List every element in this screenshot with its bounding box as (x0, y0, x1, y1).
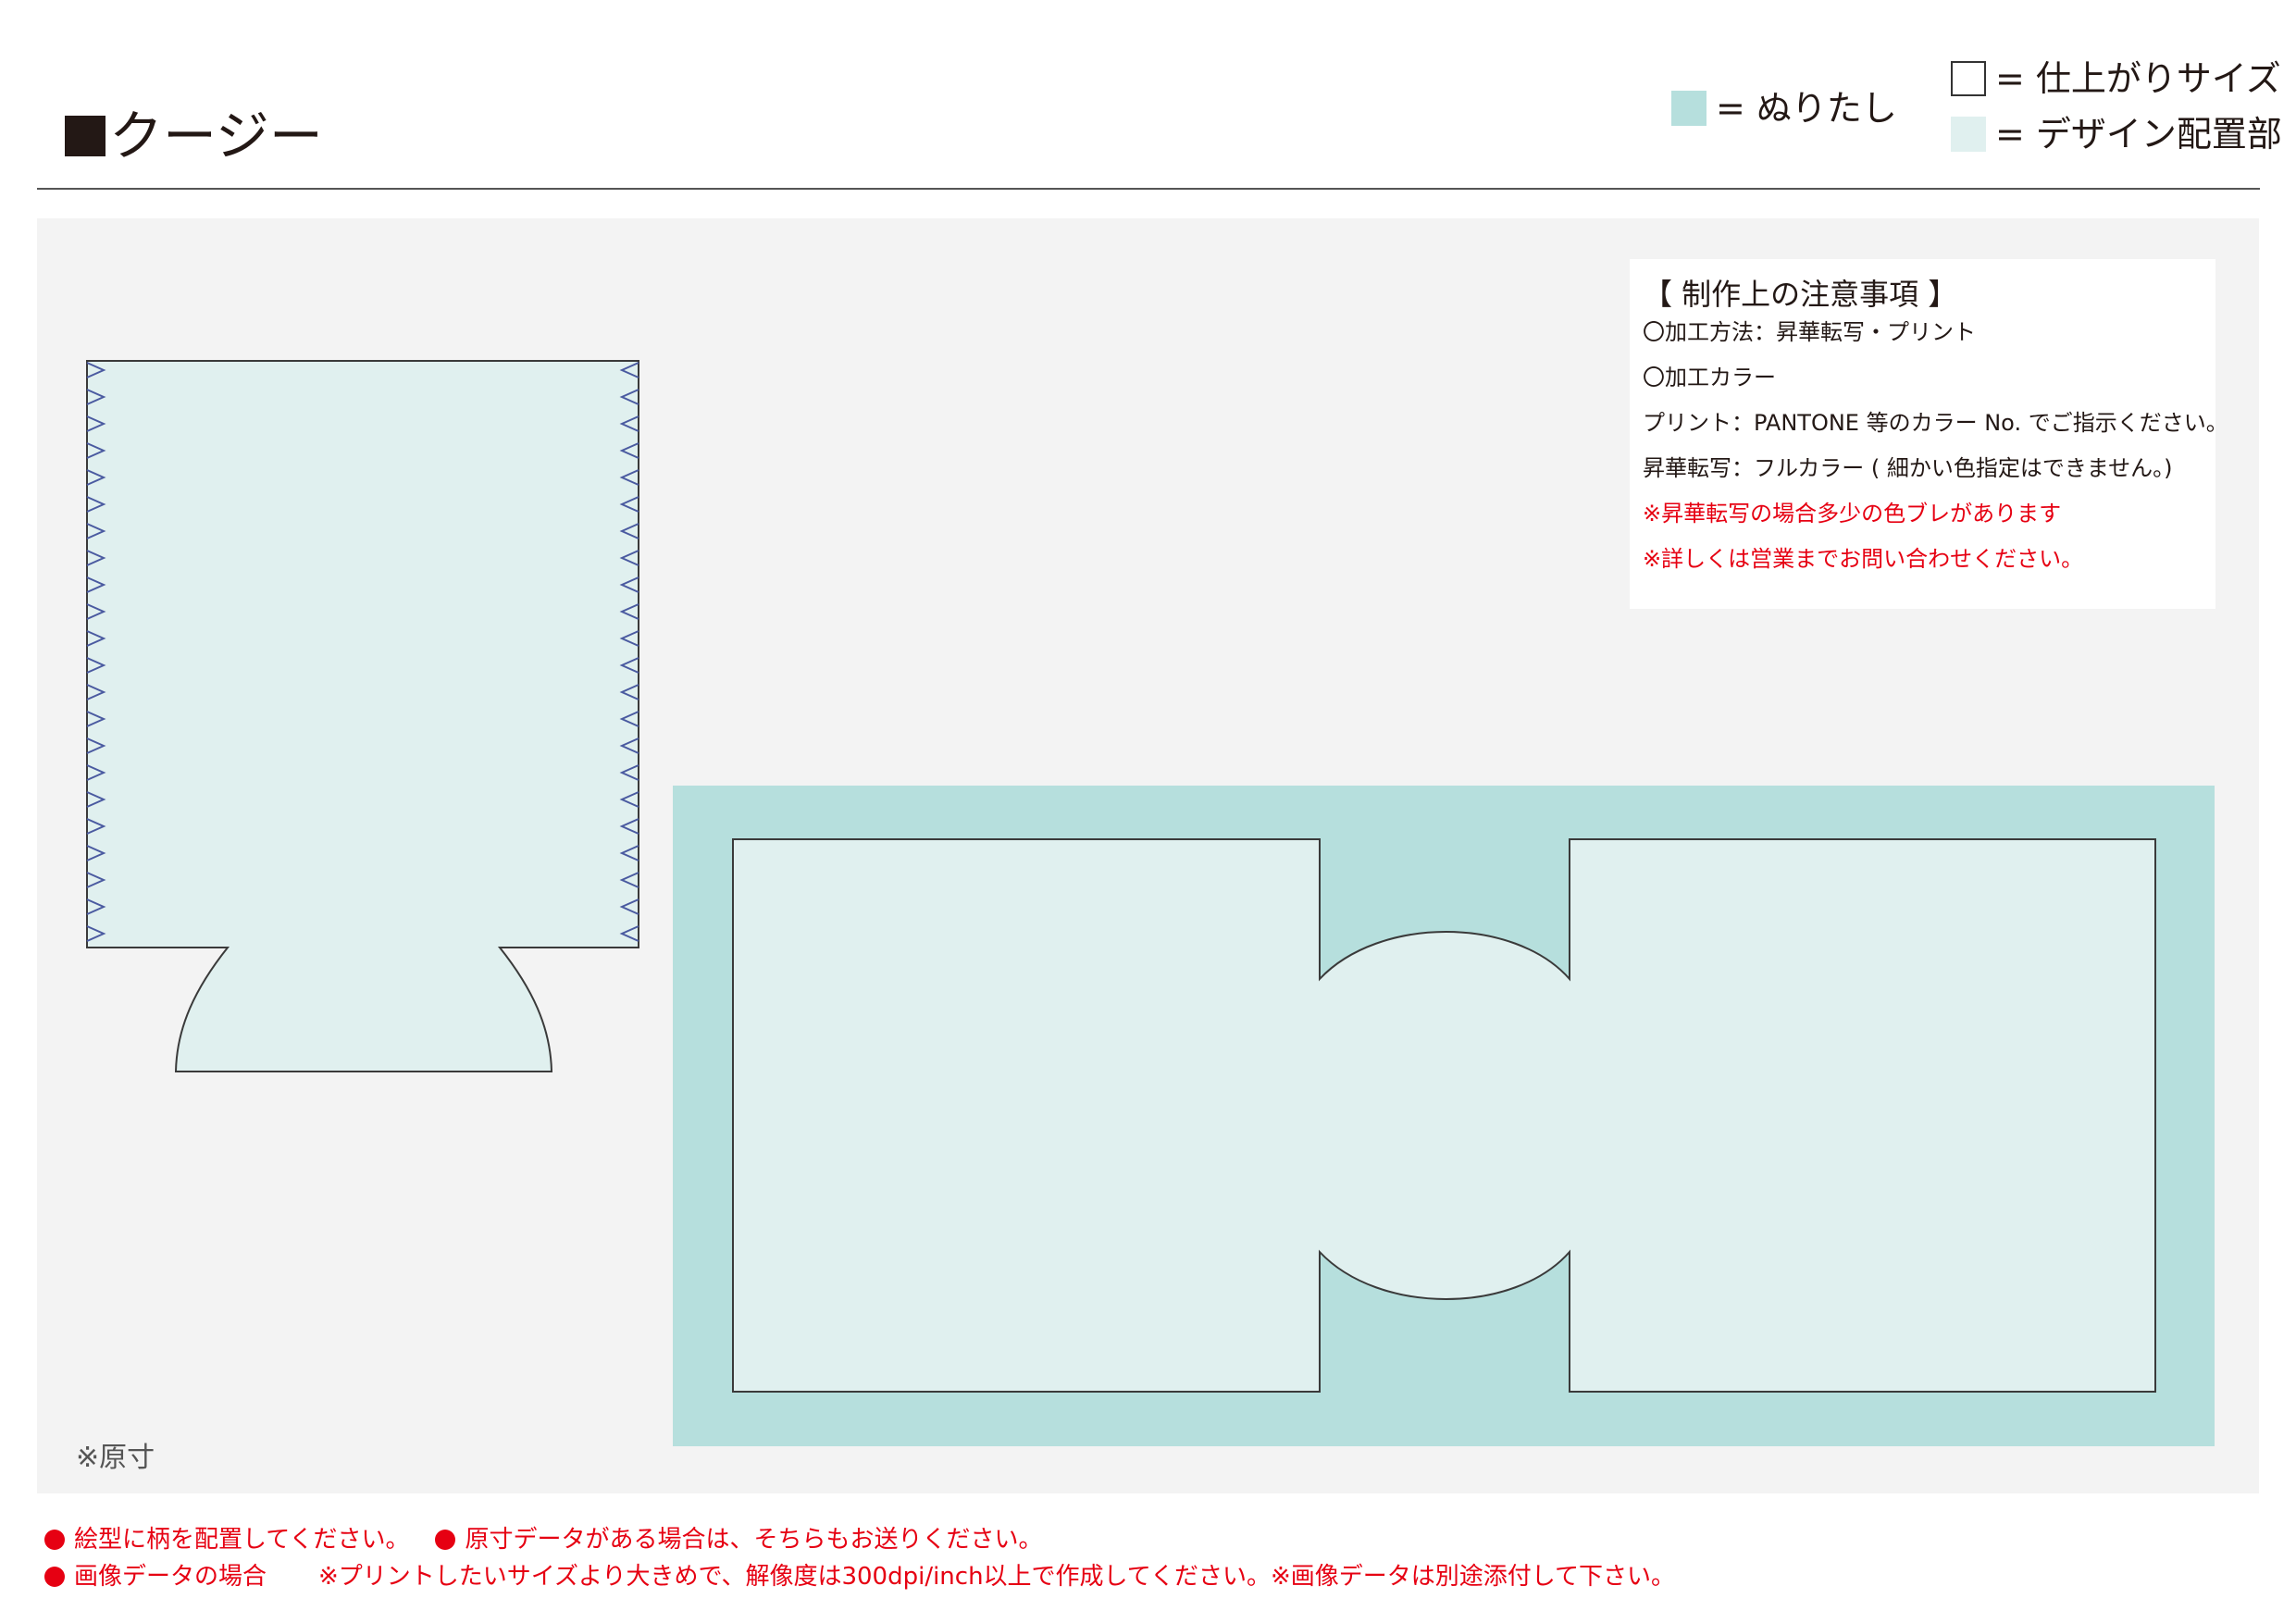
footer-instructions-2: 画像データの場合 ※プリントしたいサイズより大きめで、解像度は300dpi/in… (44, 1562, 1675, 1592)
footer-item: 画像データの場合 (74, 1563, 267, 1591)
notes-title: 【 制作上の注意事項 】 (1643, 277, 1958, 312)
footer-item-detail: ※プリントしたいサイズより大きめで、解像度は300dpi/inch以上で作成して… (318, 1563, 1676, 1591)
notes-line: 〇加工カラー (1643, 365, 1776, 390)
bullet-dot-icon (44, 1567, 65, 1587)
production-notes: 【 制作上の注意事項 】 〇加工方法：昇華転写・プリント 〇加工カラー プリント… (1630, 259, 2228, 609)
footer-instructions-1: 絵型に柄を配置してください。 原寸データがある場合は、そちらもお送りください。 (44, 1525, 1042, 1555)
notes-line: 昇華転写：フルカラー ( 細かい色指定はできません。) (1643, 455, 2173, 481)
scale-note: ※原寸 (76, 1442, 155, 1474)
template-drawing (86, 360, 2215, 1446)
footer-item: 原寸データがある場合は、そちらもお送りください。 (465, 1526, 1043, 1554)
bullet-dot-icon (44, 1530, 65, 1550)
notes-line: プリント：PANTONE 等のカラー No. でご指示ください。 (1643, 410, 2228, 436)
notes-warning: ※昇華転写の場合多少の色ブレがあります (1643, 501, 2062, 527)
koozie-front-view (86, 360, 639, 1072)
footer-item: 絵型に柄を配置してください。 (74, 1526, 410, 1554)
notes-line: 〇加工方法：昇華転写・プリント (1643, 319, 1976, 345)
notes-warning: ※詳しくは営業までお問い合わせください。 (1643, 546, 2084, 572)
bullet-dot-icon (435, 1530, 456, 1550)
